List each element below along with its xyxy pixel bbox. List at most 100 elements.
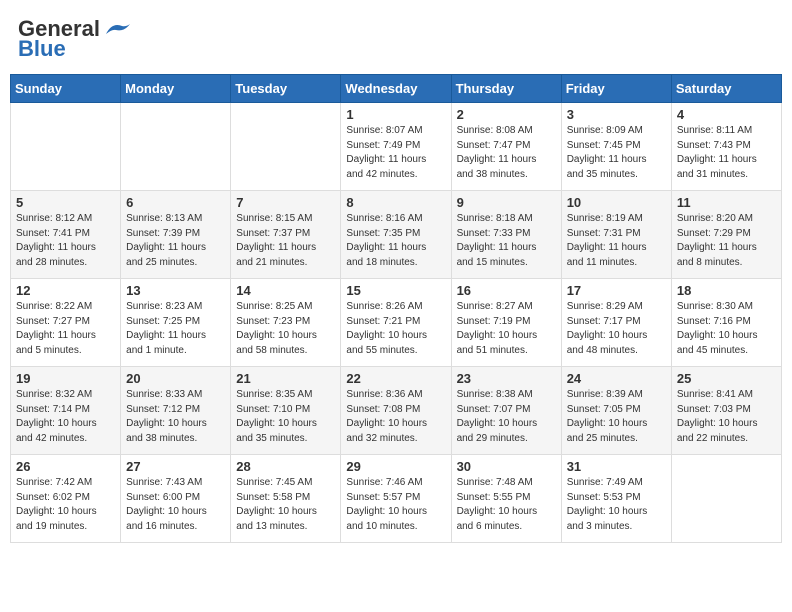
calendar-week-row: 12 Sunrise: 8:22 AM Sunset: 7:27 PM Dayli… (11, 279, 782, 367)
calendar-cell (231, 103, 341, 191)
day-number: 4 (677, 107, 776, 122)
calendar-cell: 10Sunrise: 8:19 AM Sunset: 7:31 PM Dayli… (561, 191, 671, 279)
day-number: 24 (567, 371, 666, 386)
logo-blue: Blue (18, 36, 66, 62)
day-number: 27 (126, 459, 225, 474)
calendar-cell: 14 Sunrise: 8:25 AM Sunset: 7:23 PM Dayli… (231, 279, 341, 367)
day-info: Sunrise: 8:08 AM Sunset: 7:47 PM Dayligh… (457, 124, 556, 182)
day-number: 31 (567, 459, 666, 474)
day-info: Sunrise: 8:09 AM Sunset: 7:45 PM Dayligh… (567, 124, 666, 182)
calendar-header-tuesday: Tuesday (231, 75, 341, 103)
day-info: Sunrise: 7:43 AM Sunset: 6:00 PM Dayligh… (126, 476, 225, 534)
calendar-header-thursday: Thursday (451, 75, 561, 103)
day-info: Sunrise: 8:12 AM Sunset: 7:41 PM Dayligh… (16, 212, 115, 270)
day-info: Sunrise: 8:27 AM Sunset: 7:19 PM Dayligh… (457, 300, 556, 358)
calendar-table: SundayMondayTuesdayWednesdayThursdayFrid… (10, 74, 782, 543)
day-number: 13 (126, 283, 225, 298)
calendar-cell (671, 455, 781, 543)
day-info: Sunrise: 8:20 AM Sunset: 7:29 PM Dayligh… (677, 212, 776, 270)
calendar-cell: 21Sunrise: 8:35 AM Sunset: 7:10 PM Dayli… (231, 367, 341, 455)
calendar-header-sunday: Sunday (11, 75, 121, 103)
calendar-header-wednesday: Wednesday (341, 75, 451, 103)
day-number: 11 (677, 195, 776, 210)
calendar-body: 1Sunrise: 8:07 AM Sunset: 7:49 PM Daylig… (11, 103, 782, 543)
day-info: Sunrise: 7:42 AM Sunset: 6:02 PM Dayligh… (16, 476, 115, 534)
day-number: 23 (457, 371, 556, 386)
calendar-header-saturday: Saturday (671, 75, 781, 103)
day-info: Sunrise: 8:25 AM Sunset: 7:23 PM Dayligh… (236, 300, 335, 358)
calendar-cell (11, 103, 121, 191)
calendar-cell: 17 Sunrise: 8:29 AM Sunset: 7:17 PM Dayli… (561, 279, 671, 367)
calendar-cell: 27 Sunrise: 7:43 AM Sunset: 6:00 PM Dayli… (121, 455, 231, 543)
day-number: 17 (567, 283, 666, 298)
calendar-cell: 25 Sunrise: 8:41 AM Sunset: 7:03 PM Dayli… (671, 367, 781, 455)
calendar-cell: 24 Sunrise: 8:39 AM Sunset: 7:05 PM Dayli… (561, 367, 671, 455)
day-number: 18 (677, 283, 776, 298)
calendar-cell: 3 Sunrise: 8:09 AM Sunset: 7:45 PM Daylig… (561, 103, 671, 191)
calendar-cell: 26 Sunrise: 7:42 AM Sunset: 6:02 PM Dayli… (11, 455, 121, 543)
day-number: 6 (126, 195, 225, 210)
calendar-header-row: SundayMondayTuesdayWednesdayThursdayFrid… (11, 75, 782, 103)
day-number: 3 (567, 107, 666, 122)
calendar-cell: 8 Sunrise: 8:16 AM Sunset: 7:35 PM Daylig… (341, 191, 451, 279)
day-number: 20 (126, 371, 225, 386)
calendar-cell: 11 Sunrise: 8:20 AM Sunset: 7:29 PM Dayli… (671, 191, 781, 279)
calendar-cell: 31Sunrise: 7:49 AM Sunset: 5:53 PM Dayli… (561, 455, 671, 543)
day-info: Sunrise: 8:19 AM Sunset: 7:31 PM Dayligh… (567, 212, 666, 270)
day-number: 12 (16, 283, 115, 298)
day-info: Sunrise: 8:41 AM Sunset: 7:03 PM Dayligh… (677, 388, 776, 446)
calendar-cell: 6 Sunrise: 8:13 AM Sunset: 7:39 PM Daylig… (121, 191, 231, 279)
calendar-cell: 7 Sunrise: 8:15 AM Sunset: 7:37 PM Daylig… (231, 191, 341, 279)
day-number: 8 (346, 195, 445, 210)
day-info: Sunrise: 8:32 AM Sunset: 7:14 PM Dayligh… (16, 388, 115, 446)
logo: General Blue (18, 16, 130, 62)
logo-bird-icon (102, 20, 130, 38)
calendar-header-monday: Monday (121, 75, 231, 103)
day-number: 16 (457, 283, 556, 298)
day-number: 14 (236, 283, 335, 298)
day-info: Sunrise: 8:16 AM Sunset: 7:35 PM Dayligh… (346, 212, 445, 270)
page-header: General Blue (10, 10, 782, 68)
day-number: 22 (346, 371, 445, 386)
day-info: Sunrise: 8:29 AM Sunset: 7:17 PM Dayligh… (567, 300, 666, 358)
day-info: Sunrise: 8:22 AM Sunset: 7:27 PM Dayligh… (16, 300, 115, 358)
day-info: Sunrise: 8:39 AM Sunset: 7:05 PM Dayligh… (567, 388, 666, 446)
day-info: Sunrise: 8:33 AM Sunset: 7:12 PM Dayligh… (126, 388, 225, 446)
calendar-cell: 22 Sunrise: 8:36 AM Sunset: 7:08 PM Dayli… (341, 367, 451, 455)
calendar-cell: 23 Sunrise: 8:38 AM Sunset: 7:07 PM Dayli… (451, 367, 561, 455)
day-number: 30 (457, 459, 556, 474)
calendar-cell: 20 Sunrise: 8:33 AM Sunset: 7:12 PM Dayli… (121, 367, 231, 455)
calendar-cell: 18 Sunrise: 8:30 AM Sunset: 7:16 PM Dayli… (671, 279, 781, 367)
day-number: 7 (236, 195, 335, 210)
day-info: Sunrise: 8:13 AM Sunset: 7:39 PM Dayligh… (126, 212, 225, 270)
calendar-cell: 5Sunrise: 8:12 AM Sunset: 7:41 PM Daylig… (11, 191, 121, 279)
day-info: Sunrise: 8:18 AM Sunset: 7:33 PM Dayligh… (457, 212, 556, 270)
day-number: 26 (16, 459, 115, 474)
day-number: 21 (236, 371, 335, 386)
calendar-week-row: 5Sunrise: 8:12 AM Sunset: 7:41 PM Daylig… (11, 191, 782, 279)
calendar-header-friday: Friday (561, 75, 671, 103)
day-info: Sunrise: 8:38 AM Sunset: 7:07 PM Dayligh… (457, 388, 556, 446)
day-info: Sunrise: 7:46 AM Sunset: 5:57 PM Dayligh… (346, 476, 445, 534)
calendar-cell (121, 103, 231, 191)
calendar-cell: 2Sunrise: 8:08 AM Sunset: 7:47 PM Daylig… (451, 103, 561, 191)
day-number: 29 (346, 459, 445, 474)
calendar-cell: 13Sunrise: 8:23 AM Sunset: 7:25 PM Dayli… (121, 279, 231, 367)
day-number: 25 (677, 371, 776, 386)
day-number: 1 (346, 107, 445, 122)
day-number: 9 (457, 195, 556, 210)
calendar-week-row: 1Sunrise: 8:07 AM Sunset: 7:49 PM Daylig… (11, 103, 782, 191)
day-info: Sunrise: 8:26 AM Sunset: 7:21 PM Dayligh… (346, 300, 445, 358)
calendar-cell: 30Sunrise: 7:48 AM Sunset: 5:55 PM Dayli… (451, 455, 561, 543)
day-info: Sunrise: 8:30 AM Sunset: 7:16 PM Dayligh… (677, 300, 776, 358)
day-number: 19 (16, 371, 115, 386)
calendar-cell: 29 Sunrise: 7:46 AM Sunset: 5:57 PM Dayli… (341, 455, 451, 543)
calendar-cell: 12 Sunrise: 8:22 AM Sunset: 7:27 PM Dayli… (11, 279, 121, 367)
calendar-week-row: 26 Sunrise: 7:42 AM Sunset: 6:02 PM Dayli… (11, 455, 782, 543)
calendar-cell: 28Sunrise: 7:45 AM Sunset: 5:58 PM Dayli… (231, 455, 341, 543)
calendar-week-row: 19 Sunrise: 8:32 AM Sunset: 7:14 PM Dayli… (11, 367, 782, 455)
day-info: Sunrise: 8:36 AM Sunset: 7:08 PM Dayligh… (346, 388, 445, 446)
day-info: Sunrise: 7:45 AM Sunset: 5:58 PM Dayligh… (236, 476, 335, 534)
day-info: Sunrise: 8:15 AM Sunset: 7:37 PM Dayligh… (236, 212, 335, 270)
calendar-cell: 19 Sunrise: 8:32 AM Sunset: 7:14 PM Dayli… (11, 367, 121, 455)
